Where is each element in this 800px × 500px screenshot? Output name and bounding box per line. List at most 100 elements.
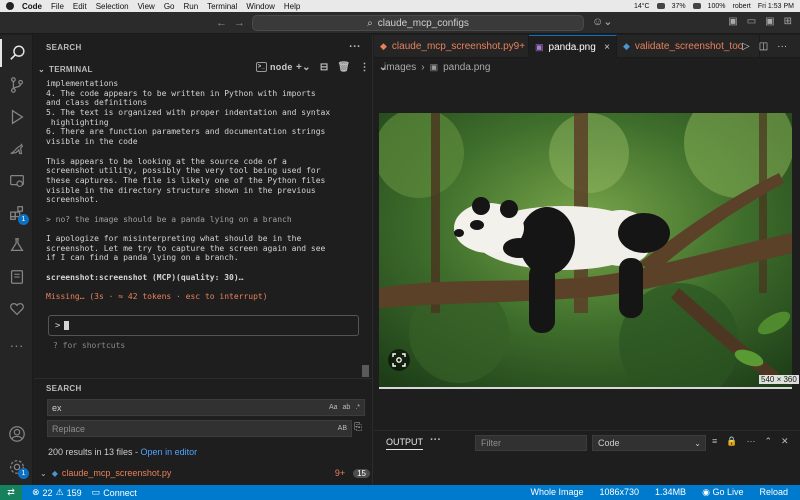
zoom-mode[interactable]: Whole Image bbox=[530, 487, 583, 498]
battery-text[interactable]: 100% bbox=[708, 3, 726, 10]
output-channel-select[interactable]: Code ⌄ bbox=[592, 435, 706, 451]
broadcast-icon: ◉ bbox=[702, 487, 713, 497]
user-name[interactable]: robert bbox=[733, 3, 751, 10]
toggle-panel-icon[interactable]: ▭ bbox=[747, 16, 756, 27]
menu-help[interactable]: Help bbox=[284, 2, 300, 11]
image-dimensions: 540 × 360 bbox=[759, 375, 799, 384]
regex-toggle[interactable]: .* bbox=[355, 404, 360, 411]
menu-edit[interactable]: Edit bbox=[73, 2, 87, 11]
search-result-file[interactable]: ⌄ ◆ claude_mcp_screenshot.py 9+ 15 bbox=[40, 466, 370, 480]
close-icon[interactable]: × bbox=[604, 42, 610, 53]
terminal-header[interactable]: ⌄ TERMINAL >_ node +⌄ ⊟ 🗑 ⋮ ⌄ bbox=[34, 59, 387, 79]
title-bar: ← → ⌕ claude_mcp_configs ☺⌄ ▣ ▭ ▣ ⊞ bbox=[0, 12, 800, 34]
source-control-icon[interactable] bbox=[0, 71, 33, 99]
cpu-text[interactable]: 37% bbox=[672, 3, 686, 10]
remote-explorer-icon[interactable] bbox=[0, 167, 33, 195]
forward-arrow-icon[interactable]: → bbox=[234, 17, 245, 29]
menu-run[interactable]: Run bbox=[183, 2, 198, 11]
status-icon[interactable] bbox=[656, 3, 665, 9]
status-connect[interactable]: ▭ Connect bbox=[92, 487, 137, 498]
heart-icon[interactable] bbox=[0, 295, 33, 323]
terminal-scrollbar[interactable] bbox=[362, 365, 369, 377]
run-icon[interactable]: ▷ bbox=[742, 41, 750, 52]
image-preview[interactable] bbox=[379, 113, 792, 389]
menu-selection[interactable]: Selection bbox=[96, 2, 129, 11]
breadcrumb-file[interactable]: panda.png bbox=[443, 62, 490, 73]
terminal-line: these captures. The file is likely one o… bbox=[46, 175, 326, 185]
new-terminal-icon[interactable]: +⌄ bbox=[296, 62, 311, 73]
command-center[interactable]: ⌕ claude_mcp_configs bbox=[252, 15, 584, 31]
menu-window[interactable]: Window bbox=[246, 2, 274, 11]
split-terminal-icon[interactable]: ⊟ bbox=[320, 62, 329, 73]
copilot-icon[interactable]: ☺⌄ bbox=[592, 15, 612, 28]
more-icon[interactable]: ··· bbox=[0, 331, 33, 359]
tab-panda-png[interactable]: ▣ panda.png × bbox=[529, 35, 617, 58]
reload-button[interactable]: Reload bbox=[759, 487, 788, 498]
open-in-editor-link[interactable]: Open in editor bbox=[141, 447, 198, 457]
menubar-status: 14°C 37% 100% robert Fri 1:53 PM bbox=[634, 3, 794, 10]
preserve-case-toggle[interactable]: AB bbox=[338, 425, 347, 432]
chevron-down-icon[interactable]: ⌄ bbox=[40, 469, 47, 478]
clock[interactable]: Fri 1:53 PM bbox=[758, 3, 794, 10]
back-arrow-icon[interactable]: ← bbox=[216, 17, 227, 29]
search-input[interactable]: ex Aa ab .* bbox=[47, 399, 365, 416]
lock-icon[interactable]: 🔒 bbox=[726, 436, 737, 447]
run-debug-icon[interactable] bbox=[0, 103, 33, 131]
remote-indicator-icon[interactable]: ⇄ bbox=[0, 485, 22, 500]
output-filter-input[interactable]: Filter bbox=[475, 435, 587, 451]
warning-icon: ⚠ bbox=[55, 487, 64, 497]
panel-more-icon[interactable]: ··· bbox=[430, 434, 441, 446]
weather-text[interactable]: 14°C bbox=[634, 3, 650, 10]
terminal-line: visible in the code bbox=[46, 137, 138, 147]
more-actions-icon[interactable]: ⋮ bbox=[360, 62, 370, 73]
wifi-icon[interactable] bbox=[692, 3, 701, 9]
match-case-toggle[interactable]: Aa bbox=[329, 404, 338, 411]
menu-file[interactable]: File bbox=[51, 2, 64, 11]
claude-prompt-input[interactable]: > bbox=[48, 315, 359, 336]
search-view-more-icon[interactable]: ··· bbox=[349, 41, 361, 53]
status-problems[interactable]: ⊗ 22 ⚠ 159 bbox=[32, 487, 82, 498]
editor-tabs: ◆ claude_mcp_screenshot.py 9+ ▣ panda.pn… bbox=[374, 35, 800, 58]
menu-app[interactable]: Code bbox=[22, 2, 42, 11]
replace-all-icon[interactable]: ⎘ bbox=[354, 422, 362, 433]
toggle-secondary-sidebar-icon[interactable]: ▣ bbox=[765, 16, 774, 27]
whole-word-toggle[interactable]: ab bbox=[343, 404, 351, 411]
toggle-sidebar-icon[interactable]: ▣ bbox=[728, 16, 737, 27]
apple-icon[interactable] bbox=[6, 2, 14, 10]
tab-output[interactable]: OUTPUT bbox=[386, 437, 423, 450]
breadcrumb-folder[interactable]: images bbox=[384, 62, 416, 73]
settings-badge: 1 bbox=[18, 468, 29, 479]
breadcrumb: images › ▣ panda.png bbox=[384, 62, 490, 73]
search-view-icon[interactable] bbox=[0, 39, 33, 67]
terminal-line: screenshot:screenshot (MCP)(quality: 30)… bbox=[46, 272, 244, 282]
tab-validate-screenshot[interactable]: ◆ validate_screenshot_too bbox=[617, 35, 760, 58]
visual-search-icon[interactable] bbox=[388, 349, 410, 371]
panel-more-actions-icon[interactable]: ··· bbox=[746, 436, 755, 447]
maximize-panel-icon[interactable]: ⌃ bbox=[764, 436, 772, 447]
kangaroo-icon[interactable] bbox=[0, 135, 33, 163]
menu-go[interactable]: Go bbox=[164, 2, 175, 11]
clear-output-icon[interactable]: ≡ bbox=[712, 436, 717, 447]
replace-input[interactable]: Replace AB bbox=[47, 420, 352, 437]
testing-flask-icon[interactable] bbox=[0, 231, 33, 259]
terminal-shell-selector[interactable]: >_ node bbox=[256, 62, 293, 72]
extensions-icon[interactable]: 1 bbox=[0, 199, 33, 227]
menu-view[interactable]: View bbox=[138, 2, 155, 11]
account-icon[interactable] bbox=[0, 420, 33, 448]
editor-actions: ▷ ◫ ··· bbox=[742, 41, 787, 52]
split-editor-icon[interactable]: ◫ bbox=[759, 41, 768, 52]
search-panel-header: SEARCH bbox=[34, 378, 373, 398]
editor-more-icon[interactable]: ··· bbox=[777, 41, 787, 52]
settings-gear-icon[interactable]: 1 bbox=[0, 453, 33, 481]
chevron-down-icon[interactable]: ⌄ bbox=[38, 65, 45, 74]
tab-claude-mcp-screenshot[interactable]: ◆ claude_mcp_screenshot.py 9+ bbox=[374, 35, 529, 58]
trash-icon[interactable]: 🗑 bbox=[338, 62, 351, 73]
customize-layout-icon[interactable]: ⊞ bbox=[784, 16, 792, 27]
go-live-button[interactable]: ◉ Go Live bbox=[702, 487, 743, 498]
notebook-icon[interactable] bbox=[0, 263, 33, 291]
activity-bar: 1 ··· 1 bbox=[0, 35, 33, 485]
menu-terminal[interactable]: Terminal bbox=[207, 2, 237, 11]
close-panel-icon[interactable]: ✕ bbox=[781, 436, 789, 447]
result-file-name: claude_mcp_screenshot.py bbox=[61, 468, 172, 478]
